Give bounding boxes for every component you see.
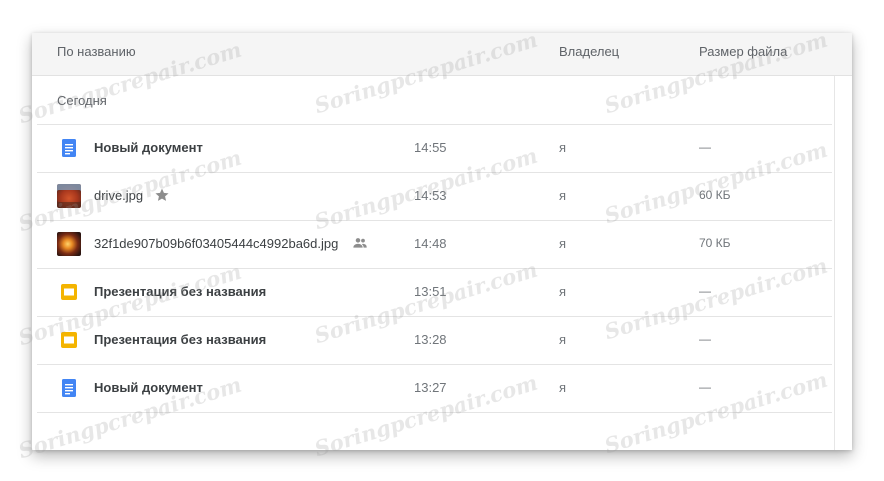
modified-time: 14:53 — [414, 188, 447, 203]
file-name: Новый документ — [94, 140, 203, 155]
file-size: 70 КБ — [699, 236, 731, 250]
doc-icon — [57, 376, 81, 400]
file-size-column-header[interactable]: Размер файла — [699, 44, 787, 59]
sort-by-name-header[interactable]: По названию — [57, 44, 136, 59]
file-row[interactable]: drive.jpg 14:53 я 60 КБ — [37, 172, 832, 220]
image-thumbnail — [57, 184, 81, 208]
file-name: 32f1de907b09b6f03405444c4992ba6d.jpg — [94, 236, 339, 251]
file-row[interactable]: Презентация без названия 13:28 я — — [37, 316, 832, 364]
file-owner: я — [559, 332, 567, 347]
file-row[interactable]: 32f1de907b09b6f03405444c4992ba6d.jpg 14:… — [37, 220, 832, 268]
slides-icon — [57, 280, 81, 304]
file-list-panel: По названию Владелец Размер файла Сегодн… — [32, 33, 852, 450]
modified-time: 14:55 — [414, 140, 447, 155]
file-owner: я — [559, 380, 567, 395]
column-header-bar: По названию Владелец Размер файла — [32, 33, 852, 76]
file-owner: я — [559, 140, 567, 155]
owner-column-header[interactable]: Владелец — [559, 44, 619, 59]
star-icon — [154, 187, 170, 203]
file-owner: я — [559, 284, 567, 299]
modified-time: 14:48 — [414, 236, 447, 251]
file-name: drive.jpg — [94, 188, 144, 203]
slides-icon — [57, 328, 81, 352]
file-name: Презентация без названия — [94, 332, 267, 347]
image-thumbnail — [57, 232, 81, 256]
file-name: Презентация без названия — [94, 284, 267, 299]
file-size: 60 КБ — [699, 188, 731, 202]
file-owner: я — [559, 188, 567, 203]
modified-time: 13:28 — [414, 332, 447, 347]
section-label-today: Сегодня — [57, 93, 107, 108]
file-size: — — [699, 332, 711, 346]
modified-time: 13:27 — [414, 380, 447, 395]
scrollbar-track[interactable] — [834, 76, 835, 450]
file-name: Новый документ — [94, 380, 203, 395]
file-size: — — [699, 284, 711, 298]
modified-time: 13:51 — [414, 284, 447, 299]
file-row[interactable]: Новый документ 13:27 я — — [37, 364, 832, 413]
doc-icon — [57, 136, 81, 160]
file-row[interactable]: Новый документ 14:55 я — — [37, 124, 832, 172]
file-owner: я — [559, 236, 567, 251]
file-size: — — [699, 140, 711, 154]
file-size: — — [699, 380, 711, 394]
shared-people-icon — [352, 235, 368, 251]
file-row[interactable]: Презентация без названия 13:51 я — — [37, 268, 832, 316]
